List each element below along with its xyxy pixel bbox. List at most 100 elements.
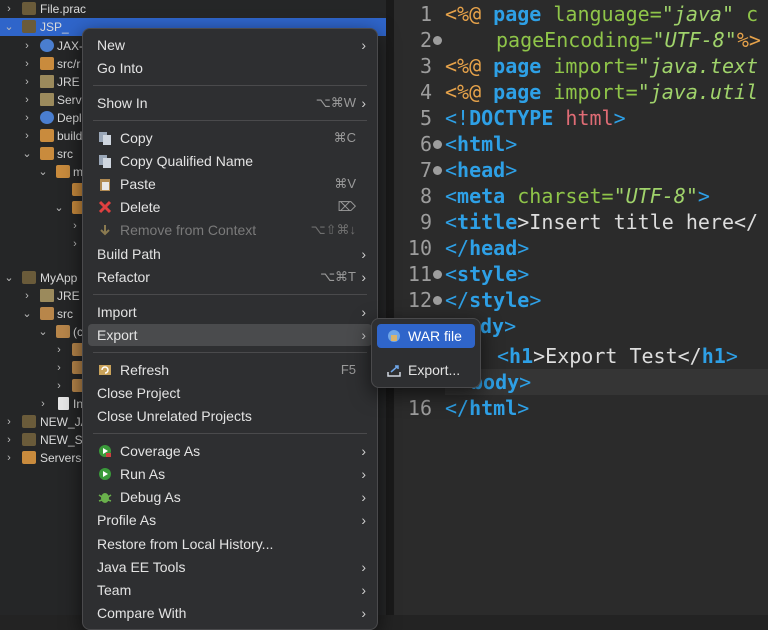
menu-separator: [93, 433, 367, 434]
project-icon: [22, 415, 36, 428]
folder-icon: [40, 129, 54, 142]
tree-item-label: src/r: [57, 57, 81, 71]
menu-item-paste[interactable]: Paste ⌘V: [88, 173, 372, 195]
menu-item-compare-with[interactable]: Compare With ›: [88, 602, 372, 624]
folder-icon: [56, 165, 70, 178]
folder-icon: [40, 57, 54, 70]
code-line: 2 pageEncoding="UTF-8"%>: [394, 27, 768, 53]
fold-marker-icon[interactable]: [433, 166, 442, 175]
chevron-right-icon: ›: [361, 95, 366, 111]
submenu-item-export[interactable]: Export...: [377, 358, 475, 382]
menu-item-java-ee-tools[interactable]: Java EE Tools ›: [88, 556, 372, 578]
menu-item-import[interactable]: Import ›: [88, 301, 372, 323]
chevron-right-icon: ›: [361, 443, 366, 459]
tree-item-label: build: [57, 129, 83, 143]
package-icon: [56, 325, 70, 338]
menu-item-refresh[interactable]: Refresh F5: [88, 359, 372, 381]
menu-item-build-path[interactable]: Build Path ›: [88, 243, 372, 265]
menu-item-close-project[interactable]: Close Project: [88, 382, 372, 404]
library-icon: [40, 289, 54, 302]
web-service-icon: [40, 39, 54, 52]
menu-item-copy-qualified-name[interactable]: Copy Qualified Name: [88, 150, 372, 172]
menu-separator: [93, 352, 367, 353]
code-line: 1 <%@ page language="java" c: [394, 1, 768, 27]
chevron-right-icon: ›: [361, 466, 366, 482]
menu-item-export[interactable]: Export ›: [88, 324, 372, 346]
tree-item-label: src: [57, 147, 73, 161]
menu-item-copy[interactable]: Copy ⌘C: [88, 127, 372, 149]
chevron-right-icon: ›: [361, 269, 366, 285]
chevron-right-icon: ›: [361, 559, 366, 575]
line-number: 3: [419, 54, 432, 78]
line-number: 8: [419, 184, 432, 208]
menu-item-close-unrelated-projects[interactable]: Close Unrelated Projects: [88, 405, 372, 427]
fold-marker-icon[interactable]: [433, 270, 442, 279]
menu-item-restore-local-history[interactable]: Restore from Local History...: [88, 533, 372, 555]
tree-item-label: Servers: [40, 451, 82, 465]
line-number: 5: [419, 106, 432, 130]
bug-icon: [98, 493, 112, 503]
submenu-item-war-file[interactable]: WAR file: [377, 324, 475, 348]
line-number: 4: [419, 80, 432, 104]
tree-item-file-prac[interactable]: › File.prac: [0, 0, 386, 18]
coverage-icon: [99, 445, 111, 457]
menu-item-team[interactable]: Team ›: [88, 579, 372, 601]
line-number: 7: [419, 158, 432, 182]
code-line: 5 <!DOCTYPE html>: [394, 105, 768, 131]
chevron-right-icon: ›: [361, 605, 366, 621]
menu-separator: [93, 120, 367, 121]
menu-item-delete[interactable]: Delete ⌦: [88, 196, 372, 218]
menu-item-remove-from-context: Remove from Context ⌥⇧⌘↓: [88, 219, 372, 241]
copy-icon: [99, 132, 111, 145]
menu-item-coverage-as[interactable]: Coverage As ›: [88, 440, 372, 462]
chevron-right-icon: ›: [361, 512, 366, 528]
fold-marker-icon[interactable]: [433, 140, 442, 149]
menu-item-profile-as[interactable]: Profile As ›: [88, 509, 372, 531]
chevron-right-icon: ›: [361, 489, 366, 505]
delete-icon: [98, 200, 112, 214]
remove-context-icon: [100, 225, 110, 236]
line-number: 6: [419, 132, 432, 156]
code-line: 9 <title>Insert title here</: [394, 209, 768, 235]
export-submenu: WAR file Export...: [371, 318, 481, 388]
tree-item-label: src: [57, 307, 73, 321]
context-menu: New › Go Into Show In ⌥⌘W › Copy ⌘C Copy Qua…: [82, 28, 378, 630]
fold-marker-icon[interactable]: [433, 36, 442, 45]
menu-item-go-into[interactable]: Go Into: [88, 57, 372, 79]
menu-item-show-in[interactable]: Show In ⌥⌘W ›: [88, 92, 372, 114]
tree-item-label: File.prac: [40, 2, 87, 16]
line-number: 12: [407, 288, 432, 312]
chevron-right-icon: ›: [361, 582, 366, 598]
chevron-right-icon: ›: [361, 246, 366, 262]
menu-item-new[interactable]: New ›: [88, 34, 372, 56]
library-icon: [40, 75, 54, 88]
refresh-icon: [99, 365, 111, 375]
project-icon: [22, 2, 36, 15]
fold-marker-icon[interactable]: [433, 296, 442, 305]
chevron-right-icon: ›: [361, 304, 366, 320]
source-folder-icon: [40, 307, 54, 320]
menu-item-run-as[interactable]: Run As ›: [88, 463, 372, 485]
code-line: 12 </style>: [394, 287, 768, 313]
tree-item-label: JRE: [57, 75, 80, 89]
war-file-icon: [388, 330, 400, 342]
project-icon: [22, 20, 36, 33]
code-editor[interactable]: 1 <%@ page language="java" c 2 pageEncod…: [394, 0, 768, 615]
code-line: 6 <html>: [394, 131, 768, 157]
menu-item-refactor[interactable]: Refactor ⌥⌘T ›: [88, 266, 372, 288]
tree-item-label: Serv: [57, 93, 82, 107]
tree-item-label: JSP_: [40, 20, 69, 34]
chevron-right-icon: ›: [361, 327, 366, 343]
code-line: 3 <%@ page import="java.text: [394, 53, 768, 79]
file-icon: [58, 397, 69, 410]
library-icon: [40, 93, 54, 106]
line-number: 2: [419, 28, 432, 52]
folder-icon: [40, 147, 54, 160]
tree-item-label: NEW_S: [40, 433, 83, 447]
line-number: 9: [419, 210, 432, 234]
chevron-right-icon[interactable]: ›: [4, 0, 14, 18]
chevron-down-icon[interactable]: ⌄: [4, 18, 14, 36]
tree-item-label: JRE: [57, 289, 80, 303]
menu-item-debug-as[interactable]: Debug As ›: [88, 486, 372, 508]
view-divider[interactable]: [386, 0, 394, 615]
